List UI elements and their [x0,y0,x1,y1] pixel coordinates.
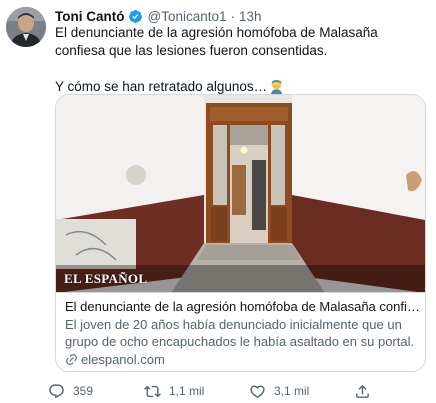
publisher-logo: EL ESPAÑOL [64,271,148,286]
tweet-actions: 359 1,1 mil 3,1 mil [48,381,428,401]
card-image[interactable]: EL ESPAÑOL [56,95,425,293]
tweet[interactable]: Toni Cantó @Tonicanto1 · 13h El denuncia… [0,0,436,403]
retweet-icon [144,385,161,397]
card-body[interactable]: El denunciante de la agresión homófoba d… [65,298,420,368]
reply-icon [49,383,64,398]
avatar[interactable] [6,7,46,47]
link-icon [66,353,77,365]
card-title[interactable]: El denunciante de la agresión homófoba d… [65,298,420,316]
retweet-count: 1,1 mil [169,384,205,398]
tweet-text: El denunciante de la agresión homófoba d… [55,24,427,96]
author-name[interactable]: Toni Cantó [55,9,124,24]
tweet-header: Toni Cantó @Tonicanto1 · 13h [55,6,262,26]
verified-badge-icon [129,9,143,23]
reply-button[interactable]: 359 [48,381,93,401]
separator-dot: · [230,8,236,24]
like-button[interactable]: 3,1 mil [249,381,309,401]
facepalm-emoji [271,79,283,94]
like-icon [250,384,265,398]
card-domain[interactable]: elespanol.com [65,351,420,369]
retweet-button[interactable]: 1,1 mil [144,381,204,401]
card-domain-text[interactable]: elespanol.com [81,351,165,369]
tweet-text-line-1: El denunciante de la agresión homófoba d… [55,25,378,58]
share-button[interactable] [354,381,371,401]
share-icon [356,384,369,398]
tweet-text-line-2: Y cómo se han retratado algunos… [55,79,268,94]
timestamp[interactable]: 13h [239,9,262,24]
reply-count: 359 [73,384,94,398]
link-card[interactable]: EL ESPAÑOL El denunciante de la agresión… [55,94,426,372]
author-handle[interactable]: @Tonicanto1 [147,9,226,24]
like-count: 3,1 mil [274,384,310,398]
card-description: El joven de 20 años había denunciado ini… [65,316,415,350]
